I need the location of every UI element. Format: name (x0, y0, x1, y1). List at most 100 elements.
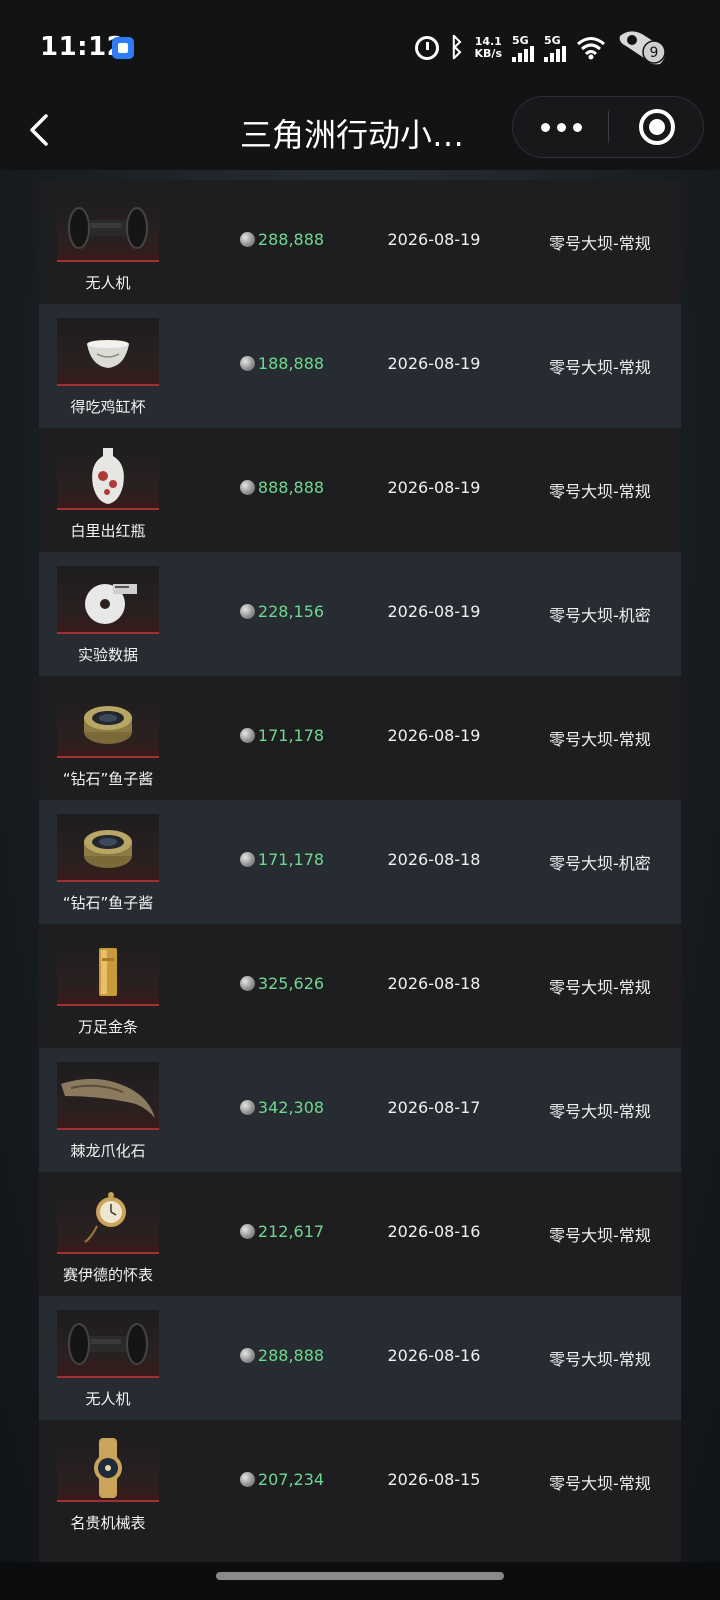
item-thumbnail (57, 194, 159, 262)
item-map: 零号大坝-常规 (549, 730, 651, 749)
claw-fossil-icon (61, 1078, 155, 1118)
item-name: 棘龙爪化石 (70, 1142, 146, 1160)
item-price: 888,888 (237, 478, 327, 497)
list-item[interactable]: 实验数据 228,156 2026-08-19 零号大坝-机密 (39, 552, 681, 676)
page-title: 三角洲行动小… (240, 116, 465, 154)
coin-icon (239, 232, 255, 247)
list-item[interactable]: 赛伊德的怀表 212,617 2026-08-16 零号大坝-常规 (39, 1172, 681, 1296)
network-speed: 14.1 KB/s (475, 36, 502, 60)
disc-icon (85, 584, 137, 624)
item-name: 无人机 (85, 1390, 131, 1408)
more-button[interactable] (513, 97, 609, 157)
home-indicator[interactable] (216, 1572, 504, 1580)
coin-icon (239, 604, 255, 619)
battery-level: 9 (650, 45, 659, 61)
item-name: 万足金条 (77, 1018, 138, 1036)
status-bar: 11:12 ᛒ 14.1 KB/s 5G 5G 9 (0, 0, 720, 96)
item-thumbnail (57, 1310, 159, 1378)
coin-icon (239, 1224, 255, 1239)
item-price: 207,234 (237, 1470, 327, 1489)
item-date: 2026-08-19 (387, 602, 481, 621)
item-thumbnail (57, 814, 159, 882)
item-price: 288,888 (237, 230, 327, 249)
item-map: 零号大坝-机密 (549, 606, 651, 625)
item-price-value: 342,308 (257, 1098, 325, 1117)
more-dot-icon (556, 122, 566, 132)
coin-icon (239, 1100, 255, 1115)
item-map: 零号大坝-常规 (549, 358, 651, 377)
item-date: 2026-08-19 (387, 354, 481, 373)
list-item[interactable]: “钻石”鱼子酱 171,178 2026-08-18 零号大坝-机密 (39, 800, 681, 924)
more-dot-icon (540, 122, 550, 132)
caviar-icon (84, 706, 132, 744)
item-map: 零号大坝-常规 (549, 234, 651, 253)
item-price: 171,178 (237, 850, 327, 869)
list-item[interactable]: 棘龙爪化石 342,308 2026-08-17 零号大坝-常规 (39, 1048, 681, 1172)
signal-sim1-icon: 5G (512, 35, 534, 62)
item-date: 2026-08-18 (387, 850, 481, 869)
signal-sim2-icon: 5G (544, 35, 566, 62)
item-date: 2026-08-18 (387, 974, 481, 993)
sim2-label: 5G (544, 33, 561, 47)
coin-icon (239, 1472, 255, 1487)
wifi-icon (576, 36, 606, 60)
item-price-value: 288,888 (257, 1346, 325, 1365)
cup-icon (87, 340, 129, 368)
list-item[interactable]: 得吃鸡缸杯 188,888 2026-08-19 零号大坝-常规 (39, 304, 681, 428)
item-date: 2026-08-17 (387, 1098, 481, 1117)
coin-icon (239, 356, 255, 371)
item-price-value: 171,178 (257, 726, 325, 745)
drone-icon (68, 1323, 148, 1365)
content-area[interactable]: 无人机 288,888 2026-08-19 零号大坝-常规 得吃鸡缸杯 188… (0, 170, 720, 1562)
item-name: “钻石”鱼子酱 (62, 770, 154, 788)
item-name: 名贵机械表 (70, 1514, 146, 1532)
item-price: 212,617 (237, 1222, 327, 1241)
sim1-label: 5G (512, 33, 529, 47)
item-thumbnail (57, 1434, 159, 1502)
item-thumbnail (57, 566, 159, 634)
item-thumbnail (57, 690, 159, 758)
coin-icon (239, 976, 255, 991)
vase-icon (92, 448, 124, 504)
item-map: 零号大坝-常规 (549, 482, 651, 501)
item-thumbnail (57, 1186, 159, 1254)
item-map: 零号大坝-常规 (549, 1102, 651, 1121)
item-price: 228,156 (237, 602, 327, 621)
item-thumbnail (57, 1062, 159, 1130)
item-thumbnail (57, 938, 159, 1006)
close-mini-program-button[interactable] (609, 97, 705, 157)
item-name: 实验数据 (77, 646, 138, 664)
item-name: 白里出红瓶 (70, 522, 146, 540)
list-item-partial[interactable] (39, 1544, 681, 1562)
gold-bar-icon (99, 948, 117, 996)
list-item[interactable]: 无人机 288,888 2026-08-19 零号大坝-常规 (39, 180, 681, 304)
item-map: 零号大坝-机密 (549, 854, 651, 873)
list-item[interactable]: “钻石”鱼子酱 171,178 2026-08-19 零号大坝-常规 (39, 676, 681, 800)
item-date: 2026-08-15 (387, 1470, 481, 1489)
caviar-icon (84, 830, 132, 868)
item-price-value: 171,178 (257, 850, 325, 869)
list-item[interactable]: 名贵机械表 207,234 2026-08-15 零号大坝-常规 (39, 1420, 681, 1544)
item-date: 2026-08-19 (387, 230, 481, 249)
item-thumbnail (57, 442, 159, 510)
list-item[interactable]: 白里出红瓶 888,888 2026-08-19 零号大坝-常规 (39, 428, 681, 552)
more-dot-icon (572, 122, 582, 132)
item-name: 无人机 (85, 274, 131, 292)
item-price-value: 288,888 (257, 230, 325, 249)
item-price: 288,888 (237, 1346, 327, 1365)
bottom-bar (0, 1562, 720, 1600)
item-map: 零号大坝-常规 (549, 978, 651, 997)
back-arrow-icon[interactable] (26, 110, 56, 150)
alarm-icon (414, 36, 439, 60)
item-thumbnail (57, 318, 159, 386)
bluetooth-icon: ᛒ (448, 33, 465, 63)
item-price: 342,308 (237, 1098, 327, 1117)
list-item[interactable]: 万足金条 325,626 2026-08-18 零号大坝-常规 (39, 924, 681, 1048)
item-name: 得吃鸡缸杯 (70, 398, 146, 416)
item-price: 325,626 (237, 974, 327, 993)
item-price-value: 325,626 (257, 974, 325, 993)
coin-icon (239, 852, 255, 867)
coin-icon (239, 1348, 255, 1363)
list-item[interactable]: 无人机 288,888 2026-08-16 零号大坝-常规 (39, 1296, 681, 1420)
drone-icon (68, 207, 148, 249)
